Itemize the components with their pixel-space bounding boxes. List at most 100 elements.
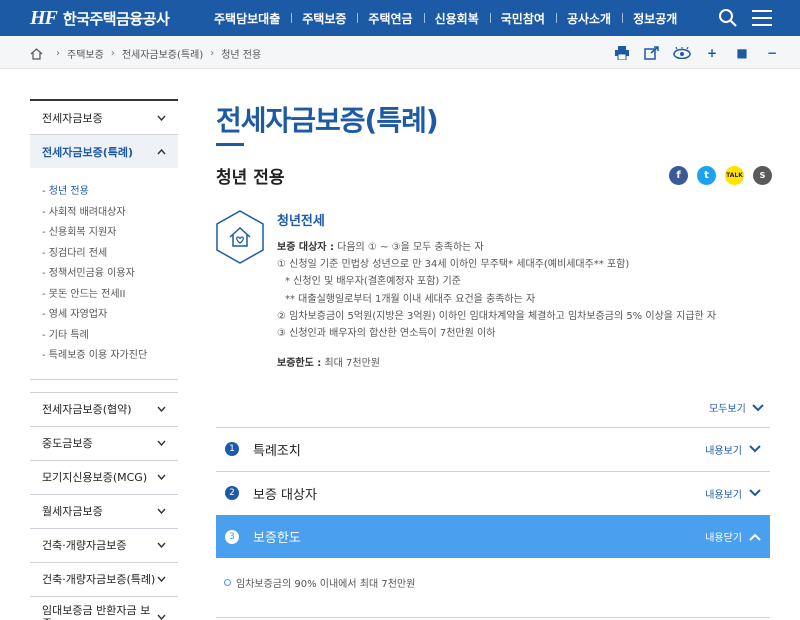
accordion-body: 임차보증금의 90% 이내에서 최대 7천만원	[216, 558, 770, 618]
share-buttons: f t TALK S	[669, 166, 772, 185]
lnb-item[interactable]: 임대보증금 반환자금 보증	[30, 597, 178, 620]
view-icon[interactable]	[672, 43, 692, 63]
lnb-group[interactable]: 전세자금보증(특례)	[30, 135, 178, 168]
condition-line: ② 임차보증금이 5억원(지방은 3억원) 이하인 임대차계약을 체결하고 임차…	[277, 310, 717, 322]
print-icon[interactable]	[612, 43, 632, 63]
nav-disclosure[interactable]: 정보공개	[622, 10, 688, 27]
chevron-right-icon: ›	[210, 48, 215, 59]
lnb-group[interactable]: 월세자금보증	[30, 495, 178, 529]
chevron-down-icon	[157, 576, 166, 582]
lnb-item[interactable]: 건축·개량자금보증(특례)	[30, 563, 178, 596]
lnb-group[interactable]: 중도금보증	[30, 427, 178, 461]
chevron-down-icon	[749, 445, 761, 453]
menu-icon[interactable]	[752, 10, 772, 26]
site-header: HF 한국주택금융공사 주택담보대출 주택보증 주택연금 신용회복 국민참여 공…	[0, 0, 800, 36]
breadcrumb-item[interactable]: 전세자금보증(특례)	[122, 46, 203, 61]
product-description: 보증 대상자 : 다음의 ① ~ ③을 모두 충족하는 자 ① 신청일 기준 민…	[277, 239, 716, 342]
home-icon[interactable]	[30, 47, 43, 60]
nav-credit-recovery[interactable]: 신용회복	[423, 10, 490, 27]
condition-line: ① 신청일 기준 민법상 성년으로 만 34세 이하인 무주택* 세대주(예비세…	[277, 259, 630, 271]
lnb-label: 전세자금보증(특례)	[42, 145, 134, 159]
chevron-down-icon	[157, 614, 166, 620]
limit-label: 보증한도 :	[277, 358, 322, 369]
lnb-sub-item[interactable]: 청년 전용	[42, 182, 178, 203]
accordion-number: 2	[225, 486, 239, 500]
lnb-item-jeonse-special[interactable]: 전세자금보증(특례)	[30, 135, 178, 168]
accordion-item-target[interactable]: 2 보증 대상자 내용보기	[216, 471, 770, 514]
kakaotalk-icon[interactable]: TALK	[725, 166, 744, 185]
chevron-down-icon	[157, 474, 166, 480]
lnb-group[interactable]: 전세자금보증	[30, 99, 178, 135]
nav-pension[interactable]: 주택연금	[357, 10, 423, 27]
lnb-sub-list: 청년 전용 사회적 배려대상자 신용회복 지원자 징검다리 전세 정책서민금융 …	[30, 168, 178, 380]
lnb-sub-item[interactable]: 정책서민금융 이용자	[42, 264, 178, 285]
accordion-toggle-label: 내용보기	[705, 445, 742, 457]
accordion-toggle[interactable]: 내용보기	[705, 486, 761, 501]
breadcrumb-item[interactable]: 청년 전용	[221, 46, 261, 61]
target-text: 다음의 ① ~ ③을 모두 충족하는 자	[337, 242, 484, 253]
accordion-toggle[interactable]: 내용닫기	[705, 529, 761, 544]
condition-note: ** 대출실행일로부터 1개월 이내 세대주 요건을 충족하는 자	[285, 293, 536, 305]
side-nav: 전세자금보증 전세자금보증(특례) 청년 전용 사회적 배려대상자 신용회복 지…	[30, 99, 178, 620]
accordion-item-limit[interactable]: 3 보증한도 내용닫기	[216, 515, 770, 558]
lnb-sub-item[interactable]: 징검다리 전세	[42, 244, 178, 265]
accordion-number: 3	[225, 529, 239, 544]
title-underline	[216, 143, 244, 146]
lnb-sub-item[interactable]: 신용회복 지원자	[42, 223, 178, 244]
nav-housing-guarantee[interactable]: 주택보증	[291, 10, 357, 27]
lnb-item[interactable]: 모기지신용보증(MCG)	[30, 461, 178, 494]
lnb-label: 임대보증금 반환자금 보증	[42, 603, 151, 620]
zoom-in-icon[interactable]: +	[702, 43, 722, 63]
expand-all-button[interactable]: 모두보기	[709, 400, 764, 415]
lnb-group[interactable]: 모기지신용보증(MCG)	[30, 461, 178, 495]
lnb-sub-item[interactable]: 사회적 배려대상자	[42, 203, 178, 224]
zoom-reset-icon[interactable]: ■	[732, 43, 752, 63]
accordion-item-special[interactable]: 1 특례조치 내용보기	[216, 427, 770, 470]
lnb-group[interactable]: 임대보증금 반환자금 보증	[30, 597, 178, 620]
lnb-item[interactable]: 월세자금보증	[30, 495, 178, 528]
accordion-number: 1	[225, 442, 239, 456]
chevron-down-icon	[752, 403, 764, 411]
lnb-group[interactable]: 건축·개량자금보증	[30, 529, 178, 563]
breadcrumb-item[interactable]: 주택보증	[67, 46, 104, 61]
lnb-group[interactable]: 전세자금보증(협약)	[30, 393, 178, 427]
chevron-up-icon	[157, 148, 166, 154]
lnb-group[interactable]: 건축·개량자금보증(특례)	[30, 563, 178, 597]
chevron-down-icon	[157, 115, 166, 121]
lnb-sub-item[interactable]: 영세 자영업자	[42, 305, 178, 326]
nav-participation[interactable]: 국민참여	[489, 10, 556, 27]
site-logo[interactable]: HF 한국주택금융공사	[30, 7, 170, 30]
nav-mortgage[interactable]: 주택담보대출	[203, 10, 291, 27]
search-icon[interactable]	[718, 8, 738, 28]
accordion-toggle-label: 내용보기	[705, 489, 742, 501]
condition-line: ③ 신청인과 배우자의 합산한 연소득이 7천만원 이하	[277, 328, 496, 340]
accordion-label: 보증 대상자	[253, 487, 317, 503]
zoom-out-icon[interactable]: −	[762, 43, 782, 63]
facebook-icon[interactable]: f	[669, 166, 688, 185]
lnb-item-jeonse[interactable]: 전세자금보증	[30, 101, 178, 134]
lnb-label: 건축·개량자금보증	[42, 539, 127, 552]
page-title: 전세자금보증(특례)	[216, 104, 439, 137]
accordion-label: 보증한도	[253, 531, 301, 546]
nav-about[interactable]: 공사소개	[555, 10, 622, 27]
lnb-label: 중도금보증	[42, 437, 93, 450]
twitter-icon[interactable]: t	[697, 166, 716, 185]
lnb-item[interactable]: 건축·개량자금보증	[30, 529, 178, 562]
chevron-down-icon	[749, 489, 761, 497]
lnb-sub-item[interactable]: 특례보증 이용 자가진단	[42, 346, 178, 367]
accordion-toggle[interactable]: 내용보기	[705, 442, 761, 457]
kakaostory-icon[interactable]: S	[753, 166, 772, 185]
lnb-label: 전세자금보증	[42, 111, 103, 125]
share-link-icon[interactable]	[642, 43, 662, 63]
lnb-item[interactable]: 전세자금보증(협약)	[30, 393, 178, 426]
breadcrumb-bar: › 주택보증 › 전세자금보증(특례) › 청년 전용 + ■ −	[0, 36, 800, 69]
lnb-sub-item[interactable]: 기타 특례	[42, 326, 178, 347]
accordion-body-text: 임차보증금의 90% 이내에서 최대 7천만원	[224, 575, 415, 590]
lnb-divider	[30, 380, 178, 393]
chevron-down-icon	[157, 508, 166, 514]
lnb-item[interactable]: 중도금보증	[30, 427, 178, 460]
lnb-sub-item[interactable]: 못돈 안드는 전세II	[42, 285, 178, 306]
lnb-label: 건축·개량자금보증(특례)	[42, 573, 156, 586]
lnb-label: 모기지신용보증(MCG)	[42, 471, 148, 484]
accordion-toggle-label: 내용닫기	[705, 533, 742, 544]
